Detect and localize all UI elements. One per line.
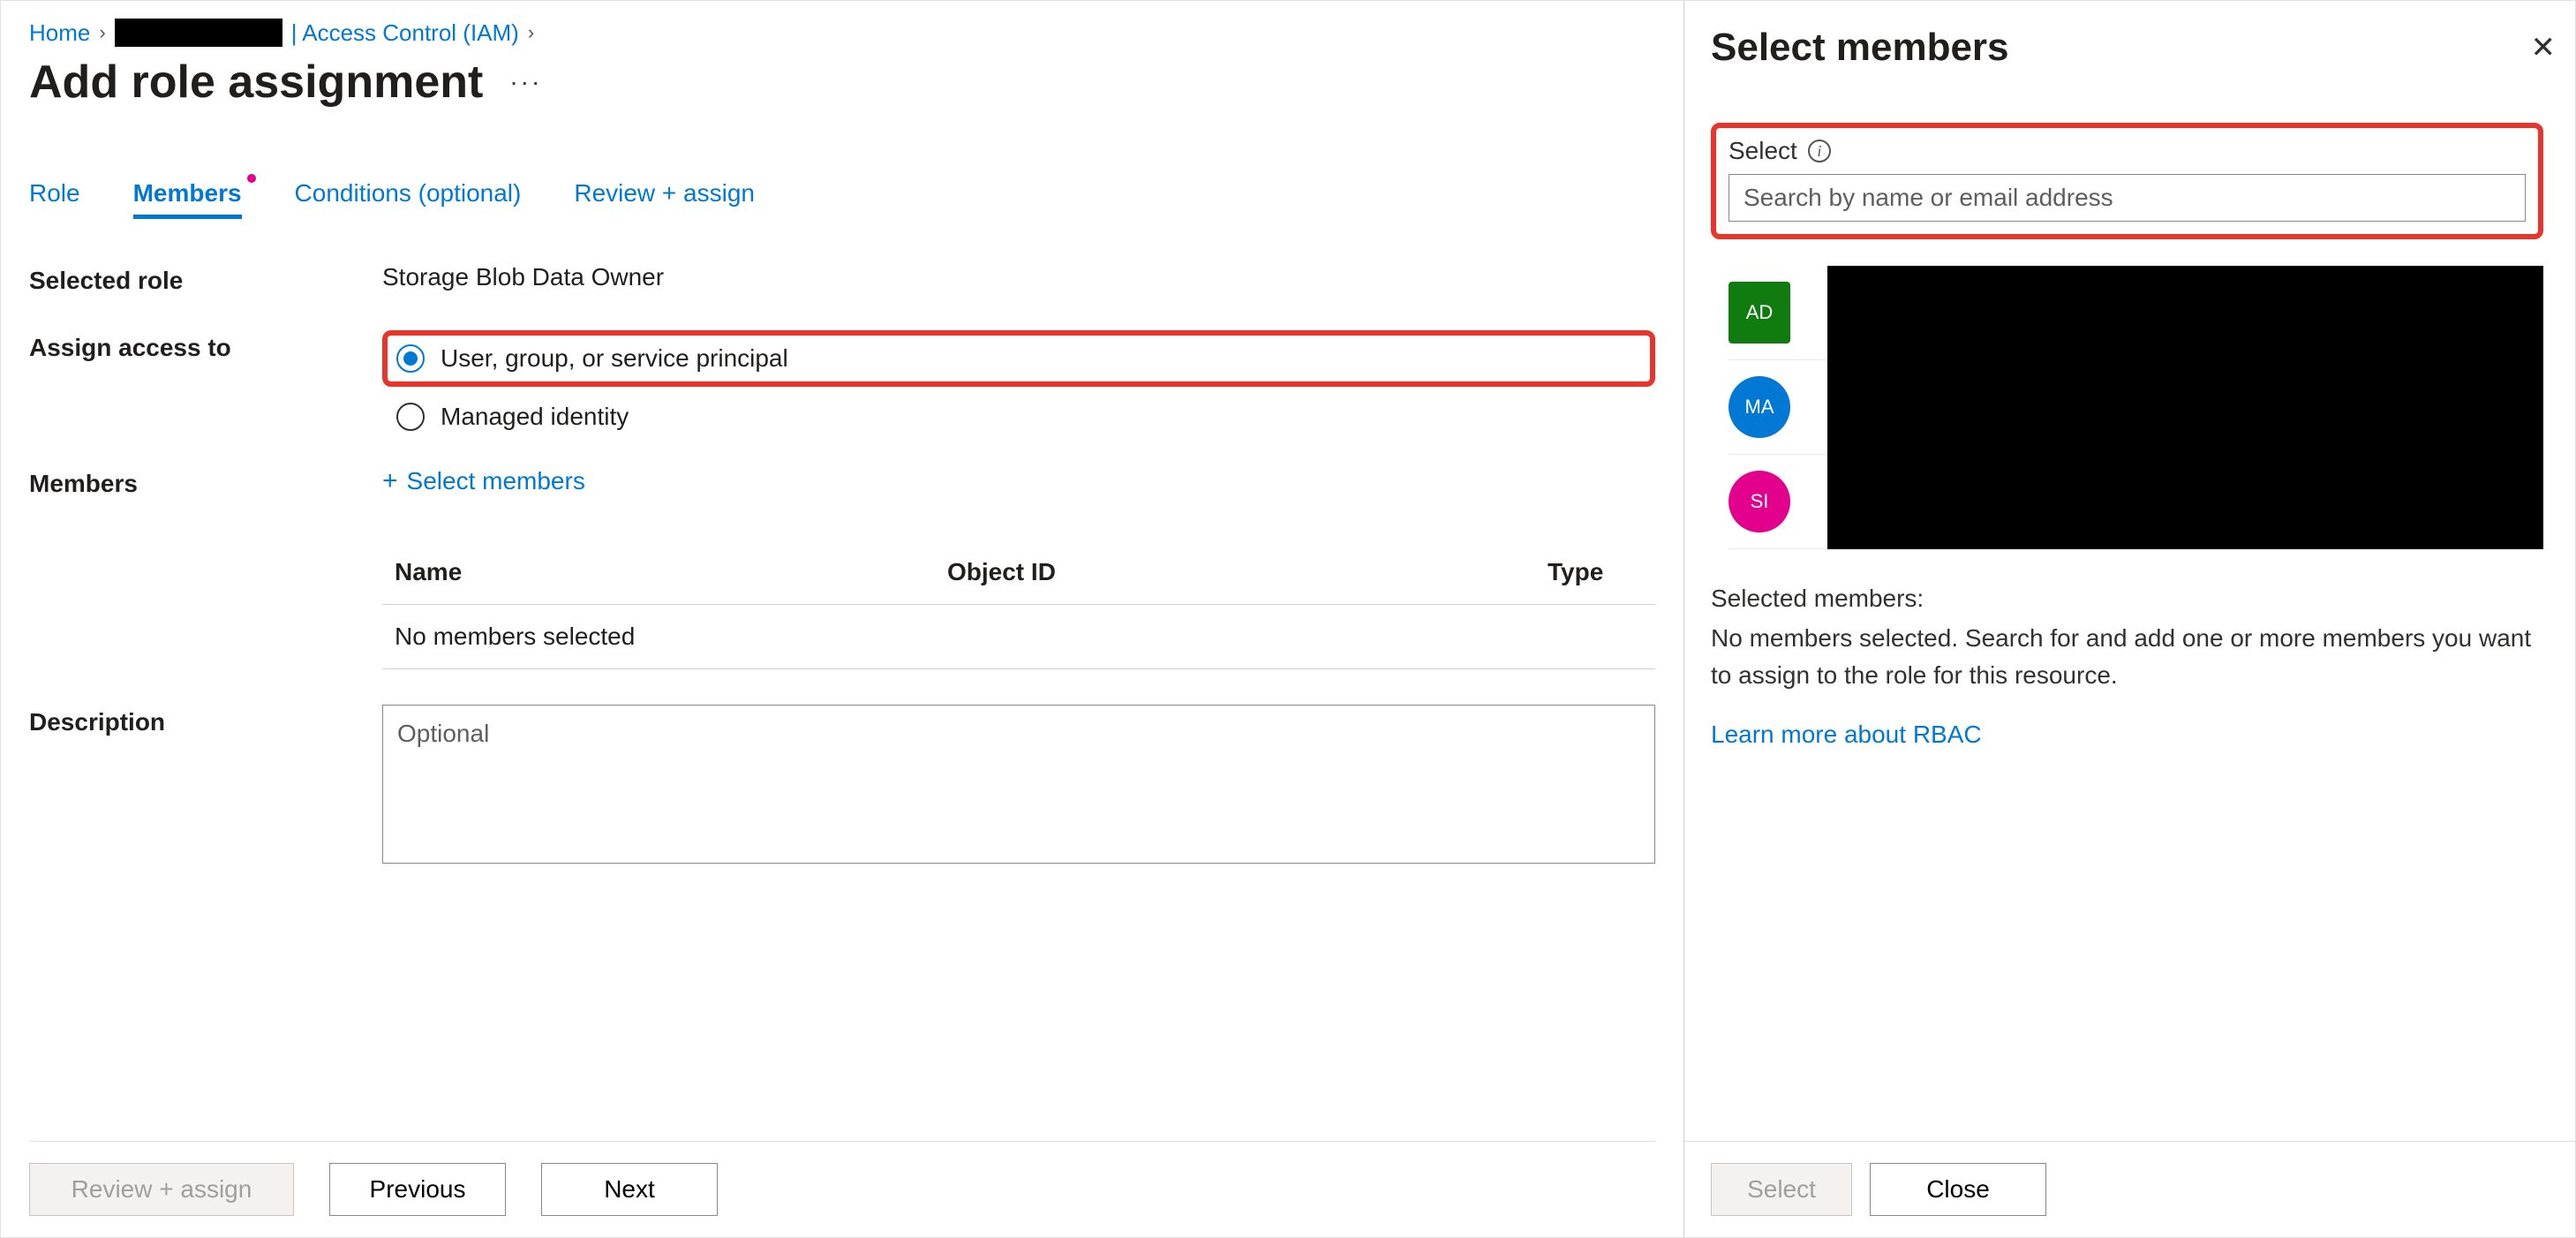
radio-managed-identity[interactable]: Managed identity: [382, 403, 1655, 431]
assign-access-label: Assign access to: [29, 330, 382, 362]
radio-icon: [396, 403, 425, 431]
select-members-link-text: Select members: [407, 467, 585, 495]
learn-more-rbac-link[interactable]: Learn more about RBAC: [1711, 721, 1982, 749]
selected-members-heading: Selected members:: [1711, 585, 2543, 613]
breadcrumb-iam[interactable]: | Access Control (IAM): [291, 19, 519, 47]
tabs: Role Members Conditions (optional) Revie…: [29, 179, 1655, 219]
next-button[interactable]: Next: [541, 1163, 718, 1216]
results-list: AD MA SI: [1729, 266, 2543, 549]
members-table: Name Object ID Type No members selected: [382, 540, 1655, 669]
highlight-search: Select i: [1711, 123, 2543, 239]
panel-title: Select members: [1711, 26, 2009, 70]
col-name-header: Name: [382, 558, 947, 586]
members-label: Members: [29, 466, 382, 498]
tab-members-label: Members: [133, 179, 242, 207]
members-empty-row: No members selected: [382, 605, 1655, 669]
previous-button[interactable]: Previous: [329, 1163, 506, 1216]
avatar: SI: [1729, 471, 1790, 532]
more-icon[interactable]: ···: [509, 68, 542, 96]
indicator-dot-icon: [247, 174, 256, 183]
radio-managed-identity-label: Managed identity: [441, 403, 629, 431]
main-footer: Review + assign Previous Next: [29, 1141, 1655, 1237]
avatar: AD: [1729, 282, 1790, 343]
tab-role[interactable]: Role: [29, 179, 80, 215]
plus-icon: +: [382, 466, 398, 496]
tab-review-assign[interactable]: Review + assign: [574, 179, 755, 215]
main-pane: Home › | Access Control (IAM) › Add role…: [1, 1, 1683, 1237]
chevron-right-icon: ›: [99, 21, 105, 44]
close-button[interactable]: Close: [1870, 1163, 2046, 1216]
chevron-right-icon: ›: [528, 21, 534, 44]
form-area: Selected role Storage Blob Data Owner As…: [29, 263, 1655, 1141]
page-title: Add role assignment: [29, 56, 483, 109]
radio-user-group-label: User, group, or service principal: [441, 344, 788, 373]
breadcrumb-resource-redacted: [115, 19, 282, 47]
select-members-panel: Select members ✕ Select i AD MA SI: [1683, 1, 2575, 1237]
tab-members[interactable]: Members: [133, 179, 242, 219]
info-icon[interactable]: i: [1808, 140, 1831, 162]
radio-icon: [396, 344, 425, 373]
breadcrumb-home[interactable]: Home: [29, 19, 90, 47]
page-title-row: Add role assignment ···: [29, 56, 1655, 109]
description-label: Description: [29, 705, 382, 736]
selected-role-label: Selected role: [29, 263, 382, 295]
search-label: Select: [1729, 137, 1797, 165]
radio-user-group[interactable]: User, group, or service principal: [396, 344, 788, 373]
select-members-link[interactable]: + Select members: [382, 466, 1655, 496]
description-input[interactable]: [382, 705, 1655, 864]
tab-conditions[interactable]: Conditions (optional): [295, 179, 522, 215]
col-object-id-header: Object ID: [947, 558, 1548, 586]
selected-members-msg: No members selected. Search for and add …: [1711, 620, 2543, 694]
breadcrumb: Home › | Access Control (IAM) ›: [29, 19, 1655, 47]
close-icon[interactable]: ✕: [2531, 30, 2557, 65]
col-type-header: Type: [1548, 558, 1655, 586]
highlight-user-group: User, group, or service principal: [382, 330, 1655, 387]
panel-footer: Select Close: [1684, 1141, 2575, 1237]
results-redacted: [1827, 266, 2543, 549]
select-button[interactable]: Select: [1711, 1163, 1852, 1216]
search-input[interactable]: [1729, 174, 2526, 222]
review-assign-button[interactable]: Review + assign: [29, 1163, 294, 1216]
avatar: MA: [1729, 376, 1790, 438]
selected-role-value: Storage Blob Data Owner: [382, 263, 1655, 291]
